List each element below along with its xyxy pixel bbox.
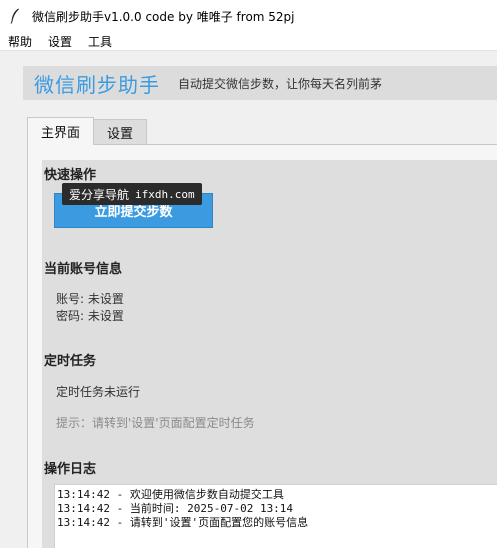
tooltip-url: ifxdh.com <box>135 187 195 201</box>
tab-settings[interactable]: 设置 <box>93 119 148 145</box>
menu-divider <box>0 50 497 51</box>
log-textbox[interactable]: 13:14:42 - 欢迎使用微信步数自动提交工具 13:14:42 - 当前时… <box>54 484 497 548</box>
log-line: 13:14:42 - 当前时间: 2025-07-02 13:14 <box>57 502 294 515</box>
log-line: 13:14:42 - 请转到'设置'页面配置您的账号信息 <box>57 516 309 529</box>
feather-icon <box>7 8 23 24</box>
menu-tools[interactable]: 工具 <box>80 33 120 50</box>
main-content: 快速操作 立即提交步数 当前账号信息 账号: 未设置 密码: 未设置 定时任务 … <box>42 160 497 548</box>
header-banner: 微信刷步助手 自动提交微信步数，让你每天名列前茅 <box>23 66 497 100</box>
title-bar: 微信刷步助手v1.0.0 code by 唯唯子 from 52pj <box>0 0 497 32</box>
tab-bar: 主界面 设置 <box>27 117 148 145</box>
schedule-hint: 提示：请转到'设置'页面配置定时任务 <box>56 416 255 430</box>
password-value: 密码: 未设置 <box>56 309 124 323</box>
app-name: 微信刷步助手 <box>34 72 160 97</box>
link-tooltip: 爱分享导航 ifxdh.com <box>62 183 202 205</box>
log-title: 操作日志 <box>44 462 97 477</box>
schedule-title: 定时任务 <box>44 354 97 369</box>
menu-settings[interactable]: 设置 <box>40 33 80 50</box>
menu-bar: 帮助 设置 工具 <box>0 32 497 50</box>
account-value: 账号: 未设置 <box>56 292 124 306</box>
app-slogan: 自动提交微信步数，让你每天名列前茅 <box>178 76 383 91</box>
schedule-status: 定时任务未运行 <box>56 385 141 399</box>
tab-main[interactable]: 主界面 <box>27 117 95 145</box>
tooltip-text: 爱分享导航 <box>69 187 130 202</box>
log-line: 13:14:42 - 欢迎使用微信步数自动提交工具 <box>57 488 284 501</box>
account-info-title: 当前账号信息 <box>44 262 123 277</box>
window-title: 微信刷步助手v1.0.0 code by 唯唯子 from 52pj <box>32 9 295 24</box>
quick-actions-title: 快速操作 <box>44 168 97 183</box>
menu-help[interactable]: 帮助 <box>0 33 40 50</box>
